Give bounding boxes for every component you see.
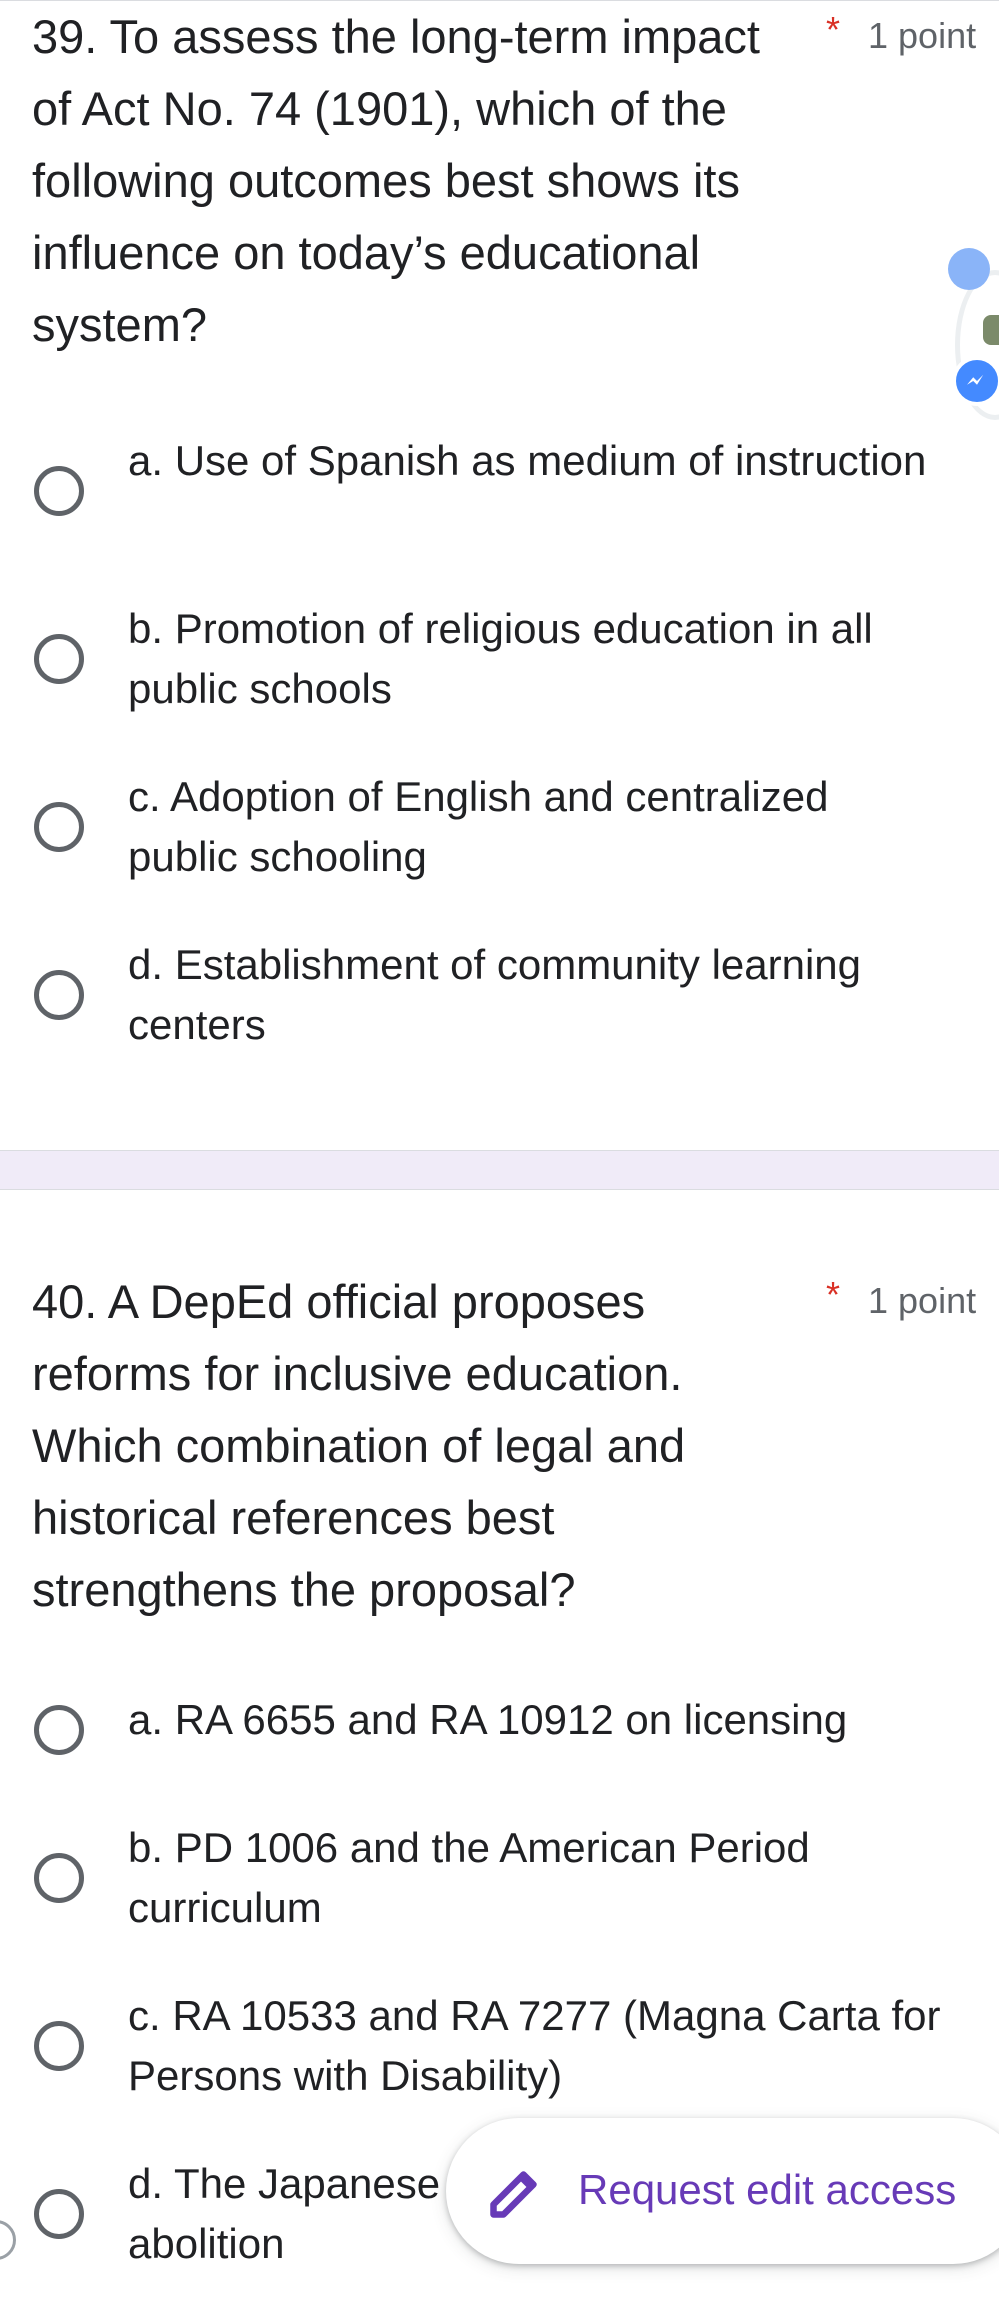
radio-button[interactable] bbox=[34, 634, 84, 684]
messenger-icon[interactable] bbox=[952, 356, 999, 406]
radio-button[interactable] bbox=[34, 466, 84, 516]
required-asterisk: * bbox=[826, 1274, 841, 1315]
option-a[interactable]: a. Use of Spanish as medium of instructi… bbox=[0, 431, 999, 551]
option-label: a. Use of Spanish as medium of instructi… bbox=[128, 437, 927, 484]
option-label: c. RA 10533 and RA 7277 (Magna Carta for… bbox=[128, 1992, 941, 2099]
option-label: d. Establishment of community learning c… bbox=[128, 941, 862, 1048]
points-label: 1 point bbox=[868, 1280, 977, 1321]
radio-button[interactable] bbox=[34, 970, 84, 1020]
option-label: a. RA 6655 and RA 10912 on licensing bbox=[128, 1696, 848, 1743]
question-title: 39. To assess the long-term impact of Ac… bbox=[32, 10, 760, 351]
request-edit-access-button[interactable]: Request edit access bbox=[446, 2118, 999, 2264]
chat-head-thumbnail[interactable] bbox=[983, 315, 999, 345]
option-c[interactable]: c. RA 10533 and RA 7277 (Magna Carta for… bbox=[0, 1986, 999, 2106]
question-card-39: 39. To assess the long-term impact of Ac… bbox=[0, 0, 999, 1151]
option-label: d. The Japanese bbox=[128, 2160, 441, 2207]
radio-button[interactable] bbox=[34, 2189, 84, 2239]
radio-button[interactable] bbox=[34, 2021, 84, 2071]
question-title: 40. A DepEd official proposes reforms fo… bbox=[32, 1275, 686, 1616]
messenger-icon-glyph bbox=[967, 374, 984, 385]
points-label: 1 point bbox=[868, 15, 977, 56]
option-b[interactable]: b. Promotion of religious education in a… bbox=[0, 599, 999, 719]
radio-button[interactable] bbox=[34, 1705, 84, 1755]
required-asterisk: * bbox=[826, 9, 841, 50]
radio-button[interactable] bbox=[34, 1853, 84, 1903]
option-label: b. Promotion of religious education in a… bbox=[128, 605, 873, 712]
option-label: b. PD 1006 and the American Period curri… bbox=[128, 1824, 810, 1931]
pencil-icon bbox=[490, 2171, 537, 2218]
request-edit-access-label: Request edit access bbox=[578, 2166, 957, 2213]
option-label: c. Adoption of English and centralized p… bbox=[128, 773, 829, 880]
radio-button[interactable] bbox=[34, 802, 84, 852]
option-c[interactable]: c. Adoption of English and centralized p… bbox=[0, 767, 999, 887]
option-d[interactable]: d. Establishment of community learning c… bbox=[0, 935, 999, 1055]
option-a[interactable]: a. RA 6655 and RA 10912 on licensing bbox=[0, 1690, 999, 1770]
section-divider bbox=[0, 1150, 999, 1190]
floating-bubble-dot[interactable] bbox=[948, 248, 990, 290]
option-b[interactable]: b. PD 1006 and the American Period curri… bbox=[0, 1818, 999, 1938]
